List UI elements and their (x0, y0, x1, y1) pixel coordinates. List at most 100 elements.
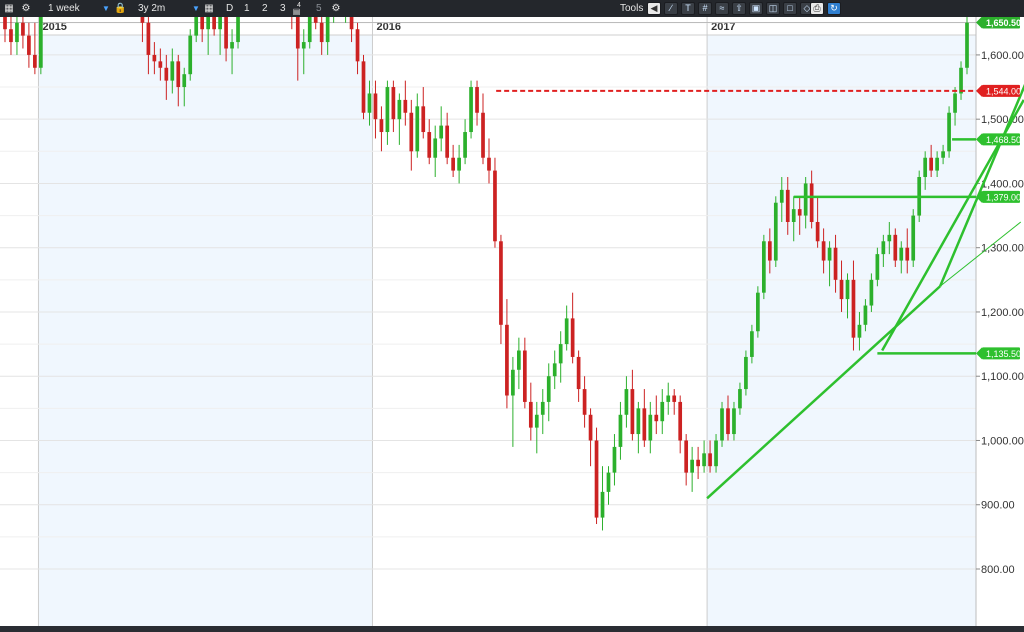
period-button-d[interactable]: D (226, 0, 233, 17)
candle-body (475, 87, 479, 113)
range-select[interactable]: 3y 2m ▼ (138, 2, 200, 15)
trendline-tool[interactable]: ∕ (664, 2, 678, 15)
price-chart[interactable]: 2015201620172018800.00900.001,000.001,10… (0, 17, 1024, 626)
candle-body (624, 389, 629, 415)
shape-tool[interactable]: □ (783, 2, 797, 15)
candle-body (385, 87, 390, 133)
y-tick-label: 1,000.00 (981, 435, 1024, 447)
candle-body (612, 446, 617, 473)
candle-body (140, 17, 145, 23)
price-tag-label: 1,544.00 (986, 86, 1021, 96)
candle-body (313, 17, 318, 23)
menu-grid-icon[interactable]: ▦ (3, 2, 15, 15)
candle-body (761, 241, 766, 293)
candle-body (750, 331, 754, 357)
magnet-icon: ↻ (830, 3, 838, 13)
candle-body (319, 22, 324, 43)
candle-body (307, 17, 312, 43)
candle-body (654, 414, 659, 422)
grid-icon: # (702, 3, 708, 13)
channel-tool[interactable]: ▣ (749, 2, 763, 15)
candle-body (779, 189, 784, 203)
candle-body (421, 106, 426, 133)
candle-body (618, 414, 623, 447)
candle-body (815, 221, 820, 242)
candle-body (839, 279, 844, 300)
candle-body (708, 453, 712, 467)
candle-body (463, 132, 467, 158)
interval-select[interactable]: 1 week ▼ (48, 2, 110, 15)
settings-gear-icon[interactable]: ⚙ (330, 2, 342, 15)
candle-body (373, 93, 378, 120)
measure-tool[interactable]: ◫ (766, 2, 780, 15)
tools-label: Tools (620, 3, 644, 14)
candle-body (959, 67, 963, 94)
range-value: 3y 2m (138, 3, 166, 14)
candle-body (403, 99, 408, 113)
print-button[interactable]: ⎙ (810, 2, 824, 15)
y-tick-label: 1,500.00 (981, 114, 1024, 126)
candle-body (9, 29, 13, 43)
fibonacci-tool[interactable]: ≈ (715, 2, 729, 15)
y-tick-label: 1,400.00 (981, 178, 1024, 190)
candle-body (427, 132, 432, 158)
y-tick-label: 1,200.00 (981, 307, 1024, 319)
candle-body (714, 440, 718, 467)
chevron-down-icon: ▼ (192, 4, 200, 13)
magnet-tool[interactable]: ↻ (827, 2, 841, 15)
candle-body (570, 318, 575, 357)
period-button-3[interactable]: 3 (280, 0, 286, 17)
candle-body (295, 17, 300, 49)
candle-body (666, 395, 671, 402)
candle-body (146, 22, 151, 55)
candle-body (594, 440, 599, 518)
candle-body (552, 363, 557, 377)
candle-body (206, 17, 211, 30)
candle-body (511, 369, 515, 396)
text-tool[interactable]: T (681, 2, 695, 15)
lock-icon[interactable]: 🔒 (114, 2, 126, 15)
candle-body (833, 247, 838, 280)
period-button-5[interactable]: 5 (316, 0, 322, 17)
calendar-icon[interactable]: ▦ (203, 2, 215, 15)
bottom-scrollbar[interactable] (0, 626, 1024, 632)
candle-body (881, 241, 886, 255)
period-button-2[interactable]: 2 (262, 0, 268, 17)
settings-gear-icon[interactable]: ⚙ (20, 2, 32, 15)
arrow-tool[interactable]: ⇧ (732, 2, 746, 15)
period-button-1[interactable]: 1 (244, 0, 250, 17)
candle-body (451, 157, 455, 171)
candle-body (409, 112, 414, 152)
shape-icon: □ (787, 3, 793, 13)
text-icon: T (685, 3, 691, 13)
candle-body (696, 459, 700, 467)
price-tag-label: 1,135.50 (986, 349, 1021, 359)
candle-body (188, 35, 193, 75)
grid-tool[interactable]: # (698, 2, 712, 15)
candle-body (606, 472, 611, 492)
candle-body (869, 279, 874, 306)
candle-body (911, 215, 916, 261)
candle-body (182, 74, 187, 88)
candle-body (415, 106, 420, 152)
candle-body (797, 209, 802, 216)
candle-body (726, 408, 730, 435)
candle-body (230, 42, 234, 49)
back-arrow-button[interactable]: ◀ (647, 2, 661, 15)
candle-body (672, 395, 677, 402)
candle-body (863, 305, 868, 325)
candle-body (301, 42, 306, 49)
y-tick-label: 900.00 (981, 500, 1015, 512)
candle-body (851, 279, 856, 338)
candle-body (803, 183, 808, 216)
chevron-down-icon: ▼ (102, 4, 110, 13)
candle-body (791, 209, 796, 222)
candle-body (785, 189, 790, 222)
channel-icon: ▣ (751, 3, 761, 13)
candle-body (397, 99, 402, 120)
candle-body (499, 241, 503, 325)
candle-body (738, 389, 742, 409)
candle-body (732, 408, 736, 435)
candle-body (642, 408, 647, 441)
candle-body (164, 67, 169, 81)
